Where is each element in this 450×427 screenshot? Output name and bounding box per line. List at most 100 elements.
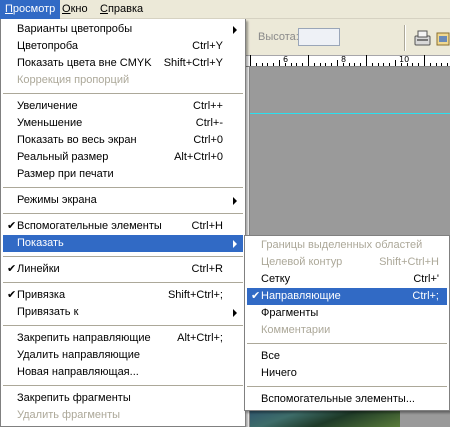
menu-item-label: Уменьшение bbox=[17, 117, 83, 129]
menu-item[interactable]: Уменьшение Ctrl+- bbox=[3, 115, 243, 132]
menu-item-label: Цветопроба bbox=[17, 40, 78, 52]
menu-item-shortcut: Alt+Ctrl+; bbox=[177, 332, 223, 344]
ruler-tick bbox=[377, 63, 379, 66]
menu-item-label: Комментарии bbox=[261, 324, 331, 336]
ruler-tick bbox=[250, 55, 251, 66]
menu-item-label: Реальный размер bbox=[17, 151, 109, 163]
check-icon: ✔ bbox=[251, 290, 261, 302]
menu-item[interactable]: Реальный размер Alt+Ctrl+0 bbox=[3, 149, 243, 166]
menu-item-label: Границы выделенных областей bbox=[261, 239, 423, 251]
menu-item-label: Линейки bbox=[17, 263, 60, 275]
ruler-tick bbox=[429, 63, 431, 66]
menu-item[interactable]: Вспомогательные элементы... bbox=[247, 391, 447, 408]
ruler-tick bbox=[424, 55, 425, 66]
menu-item[interactable]: Показать bbox=[3, 235, 243, 252]
menu-item[interactable]: Цветопроба Ctrl+Y bbox=[3, 38, 243, 55]
guide-line[interactable] bbox=[250, 113, 450, 114]
ruler-tick bbox=[354, 63, 356, 66]
height-field[interactable] bbox=[298, 28, 340, 46]
menu-item[interactable]: ✔ Привязка Shift+Ctrl+; bbox=[3, 287, 243, 304]
menu-item-label: Показать bbox=[17, 237, 64, 249]
menu-item-shortcut: Ctrl+R bbox=[191, 263, 223, 275]
menu-item[interactable]: ✔ Вспомогательные элементы Ctrl+H bbox=[3, 218, 243, 235]
menu-item[interactable]: Показать цвета вне CMYK Shift+Ctrl+Y bbox=[3, 55, 243, 72]
palette-well-icon[interactable] bbox=[412, 28, 434, 48]
menu-item[interactable]: Ничего bbox=[247, 365, 447, 382]
menu-item-shortcut: Ctrl+H bbox=[191, 220, 223, 232]
menu-help[interactable]: Справка bbox=[95, 0, 148, 19]
ruler-tick bbox=[255, 63, 257, 66]
menu-item: Границы выделенных областей bbox=[247, 237, 447, 254]
menu-item: Целевой контур Shift+Ctrl+H bbox=[247, 254, 447, 271]
ruler-tick bbox=[267, 63, 269, 66]
ruler-tick bbox=[342, 63, 344, 66]
menu-item[interactable]: Размер при печати bbox=[3, 166, 243, 183]
menu-item[interactable]: ✔ Линейки Ctrl+R bbox=[3, 261, 243, 278]
menu-view[interactable]: Просмотр bbox=[0, 0, 61, 19]
menu-item[interactable]: Закрепить направляющие Alt+Ctrl+; bbox=[3, 330, 243, 347]
menu-help-mnemonic: С bbox=[100, 3, 108, 15]
menu-separator bbox=[3, 385, 243, 386]
menu-window[interactable]: Окно bbox=[57, 0, 93, 19]
view-menu: Варианты цветопробы Цветопроба Ctrl+Y Показ… bbox=[0, 19, 246, 427]
toolbar-separator bbox=[404, 25, 406, 51]
menu-item-shortcut: Ctrl+Y bbox=[192, 40, 223, 52]
menu-separator bbox=[3, 256, 243, 257]
menu-item[interactable]: ✔ Направляющие Ctrl+; bbox=[247, 288, 447, 305]
submenu-arrow-icon bbox=[233, 309, 237, 317]
ruler-tick bbox=[284, 63, 286, 66]
menu-item[interactable]: Закрепить фрагменты bbox=[3, 390, 243, 407]
ruler-tick bbox=[400, 63, 402, 66]
menu-separator bbox=[247, 386, 447, 387]
menu-item-label: Удалить фрагменты bbox=[17, 409, 121, 421]
ruler-tick bbox=[325, 63, 327, 66]
menu-item-label: Вспомогательные элементы... bbox=[261, 393, 415, 405]
menu-item-label: Новая направляющая... bbox=[17, 366, 139, 378]
menu-item-label: Варианты цветопробы bbox=[17, 23, 133, 35]
ruler-tick bbox=[435, 63, 437, 66]
menu-item-label: Коррекция пропорций bbox=[17, 74, 130, 86]
menu-separator bbox=[3, 93, 243, 94]
menu-item[interactable]: Показать во весь экран Ctrl+0 bbox=[3, 132, 243, 149]
menu-item[interactable]: Фрагменты bbox=[247, 305, 447, 322]
menu-item[interactable]: Новая направляющая... bbox=[3, 364, 243, 381]
menu-item[interactable]: Режимы экрана bbox=[3, 192, 243, 209]
menu-item[interactable]: Все bbox=[247, 348, 447, 365]
menu-item-label: Удалить направляющие bbox=[17, 349, 140, 361]
menu-item-shortcut: Shift+Ctrl+H bbox=[379, 256, 439, 268]
menu-item-label: Целевой контур bbox=[261, 256, 343, 268]
menu-separator bbox=[3, 282, 243, 283]
menu-separator bbox=[3, 187, 243, 188]
menu-item-label: Режимы экрана bbox=[17, 194, 97, 206]
check-icon: ✔ bbox=[7, 289, 17, 301]
menu-separator bbox=[3, 325, 243, 326]
ruler-tick bbox=[337, 60, 338, 66]
menu-item[interactable]: Варианты цветопробы bbox=[3, 21, 243, 38]
menu-item-label: Все bbox=[261, 350, 280, 362]
ruler-tick bbox=[319, 63, 321, 66]
menu-item-shortcut: Ctrl+; bbox=[412, 290, 439, 302]
menu-item[interactable]: Сетку Ctrl+' bbox=[247, 271, 447, 288]
menu-item-label: Сетку bbox=[261, 273, 291, 285]
menu-item[interactable]: Привязать к bbox=[3, 304, 243, 321]
ruler-tick bbox=[441, 63, 443, 66]
check-icon: ✔ bbox=[7, 220, 17, 232]
menu-item[interactable]: Увеличение Ctrl++ bbox=[3, 98, 243, 115]
menu-item-shortcut: Ctrl+0 bbox=[193, 134, 223, 146]
ruler-tick bbox=[331, 63, 333, 66]
ruler-tick bbox=[313, 63, 315, 66]
submenu-arrow-icon bbox=[233, 197, 237, 205]
ruler-tick bbox=[360, 63, 362, 66]
menu-item-label: Показать во весь экран bbox=[17, 134, 137, 146]
menu-item-label: Показать цвета вне CMYK bbox=[17, 57, 152, 69]
menu-item-label: Привязать к bbox=[17, 306, 79, 318]
file-browser-icon[interactable] bbox=[436, 28, 450, 48]
menu-item[interactable]: Удалить направляющие bbox=[3, 347, 243, 364]
menu-item: Удалить фрагменты bbox=[3, 407, 243, 424]
menu-help-label: правка bbox=[107, 3, 144, 15]
menu-item-label: Направляющие bbox=[261, 290, 341, 302]
menu-item-shortcut: Shift+Ctrl+; bbox=[167, 289, 223, 301]
height-label: Высота: bbox=[258, 31, 299, 43]
horizontal-ruler: 6 8 10 bbox=[246, 55, 450, 67]
ruler-tick bbox=[412, 63, 414, 66]
